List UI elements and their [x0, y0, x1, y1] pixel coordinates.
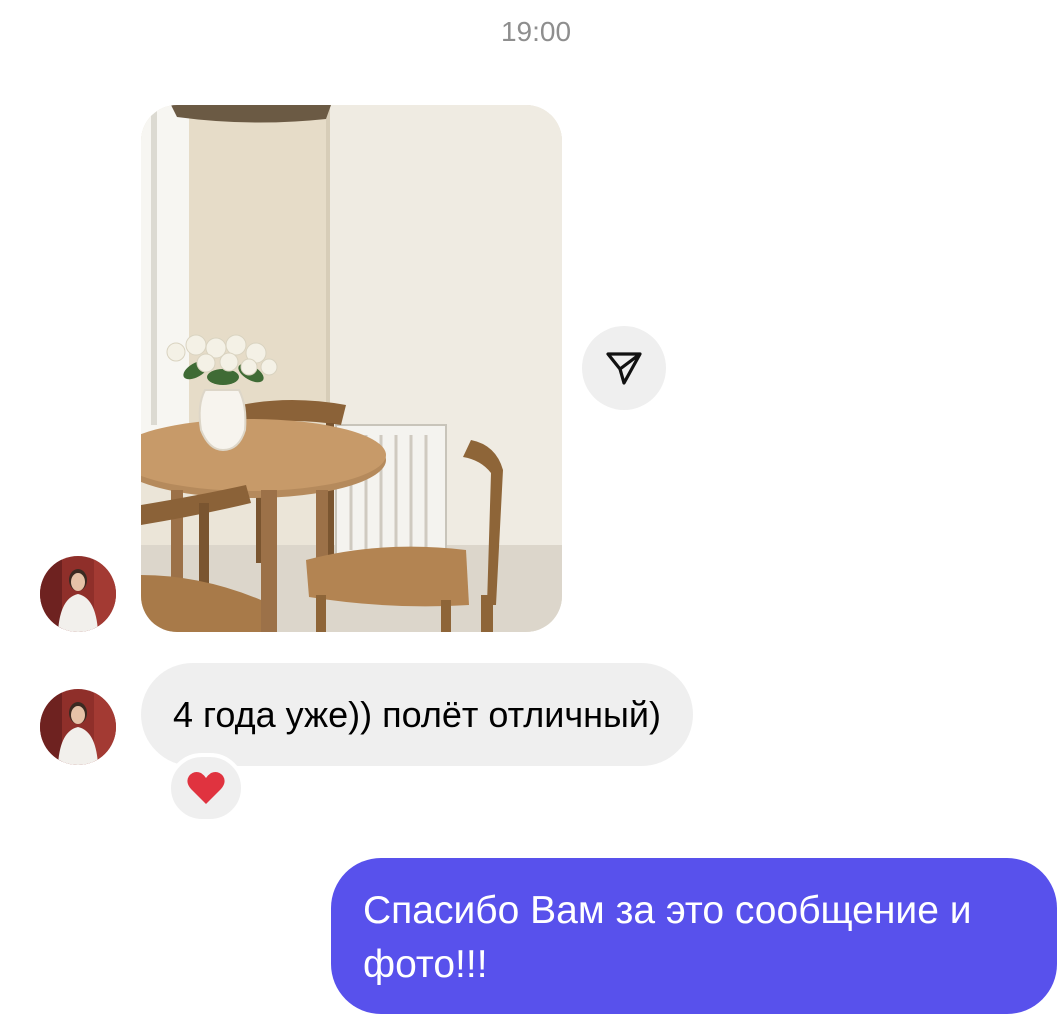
- avatar-image: [40, 689, 116, 765]
- contact-avatar[interactable]: [40, 689, 116, 765]
- outgoing-message[interactable]: Спасибо Вам за это сообщение и фото!!!: [331, 858, 1057, 1014]
- message-text: Спасибо Вам за это сообщение и фото!!!: [363, 889, 972, 986]
- paper-plane-icon: [606, 352, 642, 385]
- message-reaction[interactable]: [167, 753, 245, 823]
- contact-avatar[interactable]: [40, 556, 116, 632]
- photo-image: [141, 105, 562, 632]
- photo-message[interactable]: [141, 105, 562, 632]
- heart-icon: [187, 772, 225, 804]
- share-button[interactable]: [582, 326, 666, 410]
- timestamp: 19:00: [500, 16, 572, 47]
- avatar-image: [40, 556, 116, 632]
- incoming-message[interactable]: 4 года уже)) полёт отличный): [141, 663, 694, 766]
- message-text: 4 года уже)) полёт отличный): [173, 693, 662, 735]
